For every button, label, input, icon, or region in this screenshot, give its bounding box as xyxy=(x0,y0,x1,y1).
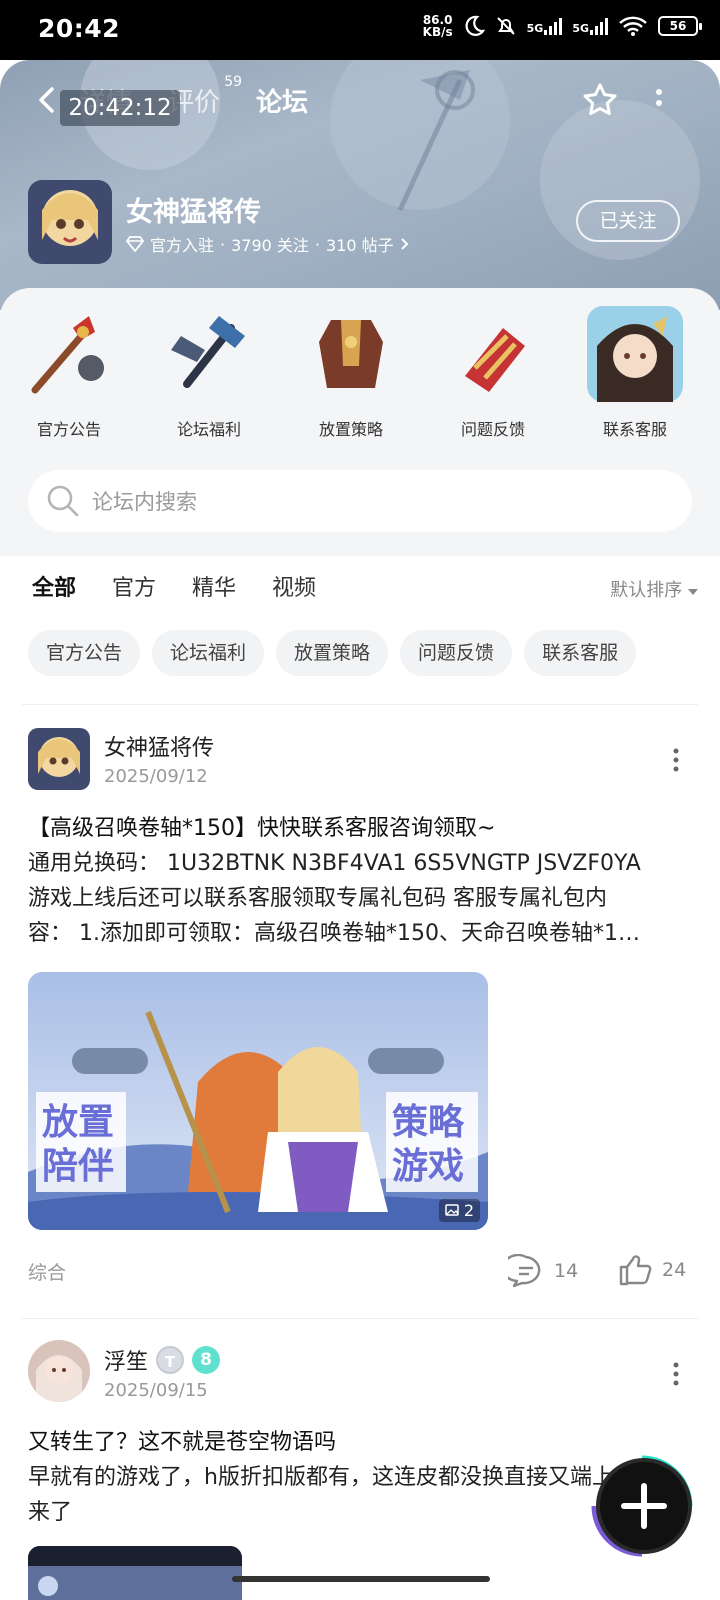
game-meta: 官方入驻 · 3790 关注 · 310 帖子 xyxy=(126,232,410,256)
game-header: 详情 评价59 论坛 20:42:12 女神猛将传 官方入驻 · 3790 关注… xyxy=(0,60,720,310)
moon-icon xyxy=(465,15,485,36)
divider xyxy=(22,704,698,705)
post-avatar[interactable] xyxy=(28,728,90,790)
comment-button[interactable]: 14 xyxy=(508,1254,578,1288)
image-text-left2: 陪伴 xyxy=(42,1146,114,1187)
category-official-notice[interactable]: 官方公告 xyxy=(14,306,124,440)
net-speed: 86.0 KB/s xyxy=(422,13,453,39)
game-avatar[interactable] xyxy=(28,180,112,264)
category-feedback[interactable]: 问题反馈 xyxy=(438,306,548,440)
chip-idle-strategy[interactable]: 放置策略 xyxy=(276,630,389,676)
more-vertical-icon[interactable] xyxy=(672,748,680,772)
battery-icon: 56 xyxy=(658,16,702,36)
image-text-right1: 策略 xyxy=(392,1102,465,1143)
tab-all[interactable]: 全部 xyxy=(32,570,76,608)
like-button[interactable]: 24 xyxy=(618,1254,686,1286)
filter-tabs: 全部 官方 精华 视频 xyxy=(32,570,316,608)
post-title: 【高级召唤卷轴*150】快快联系客服咨询领取~ xyxy=(28,816,496,841)
level-badge: 8 xyxy=(192,1346,221,1374)
caret-down-icon xyxy=(688,589,698,595)
post-image[interactable]: 放置 陪伴 策略 游戏 2 xyxy=(28,972,488,1230)
game-info: 女神猛将传 官方入驻 · 3790 关注 · 310 帖子 已关注 xyxy=(28,180,692,264)
thumbs-up-icon xyxy=(619,1255,652,1286)
time-overlay: 20:42:12 xyxy=(60,90,180,126)
create-post-button[interactable] xyxy=(596,1458,692,1554)
post-author-row: 浮笙 T 8 xyxy=(104,1344,221,1376)
status-bar: 20:42 86.0 KB/s 5G 5G 56 xyxy=(0,0,720,60)
search-icon xyxy=(47,485,79,517)
status-time: 20:42 xyxy=(38,14,121,43)
post-body: 通用兑换码： 1U32BTNK N3BF4VA1 6S5VNGTP JSVZF0… xyxy=(28,851,641,946)
more-vertical-icon[interactable] xyxy=(654,88,664,118)
chip-customer-service[interactable]: 联系客服 xyxy=(524,630,637,676)
post-tag[interactable]: 综合 xyxy=(28,1258,66,1285)
image-text-right2: 游戏 xyxy=(392,1146,464,1187)
post-author[interactable]: 女神猛将传 xyxy=(104,730,214,762)
category-panel: 官方公告 论坛福利 放置策略 问题反馈 联系客服 论坛内搜索 xyxy=(0,288,720,556)
tab-forum[interactable]: 论坛 xyxy=(256,82,309,123)
image-icon xyxy=(444,1204,459,1216)
post-date: 2025/09/15 xyxy=(104,1380,208,1401)
top-nav: 详情 评价59 论坛 20:42:12 xyxy=(0,60,720,140)
game-title: 女神猛将传 xyxy=(126,197,261,228)
post-author[interactable]: 浮笙 xyxy=(104,1344,148,1376)
plus-icon xyxy=(621,1483,667,1529)
character-portrait-icon xyxy=(587,306,683,402)
badge-t-icon: T xyxy=(156,1346,185,1374)
signal-1: 5G xyxy=(527,17,563,35)
category-customer-service[interactable]: 联系客服 xyxy=(580,306,690,440)
back-icon[interactable] xyxy=(34,86,62,114)
tab-featured[interactable]: 精华 xyxy=(192,570,236,602)
warhammer-icon xyxy=(171,316,245,388)
tab-official[interactable]: 官方 xyxy=(112,570,156,602)
diamond-icon xyxy=(126,236,144,252)
category-chips: 官方公告 论坛福利 放置策略 问题反馈 联系客服 xyxy=(28,630,637,676)
home-indicator[interactable] xyxy=(232,1576,490,1582)
comment-icon xyxy=(508,1254,541,1288)
tab-video[interactable]: 视频 xyxy=(272,570,316,602)
image-text-left1: 放置 xyxy=(42,1102,114,1143)
post-image-thumbnail[interactable] xyxy=(28,1546,242,1600)
post-avatar[interactable] xyxy=(28,1340,90,1402)
category-forum-benefits[interactable]: 论坛福利 xyxy=(154,306,264,440)
search-input[interactable]: 论坛内搜索 xyxy=(28,470,692,532)
star-icon[interactable] xyxy=(582,82,618,118)
mute-bell-icon xyxy=(496,17,515,35)
armor-icon xyxy=(319,320,383,388)
chip-forum-benefits[interactable]: 论坛福利 xyxy=(152,630,265,676)
search-placeholder: 论坛内搜索 xyxy=(92,490,197,514)
post-date: 2025/09/12 xyxy=(104,766,208,787)
category-idle-strategy[interactable]: 放置策略 xyxy=(296,306,406,440)
mace-icon xyxy=(31,316,104,394)
chevron-right-icon xyxy=(400,238,409,250)
chip-official-notice[interactable]: 官方公告 xyxy=(28,630,141,676)
wifi-icon xyxy=(619,16,647,36)
divider xyxy=(22,1318,698,1319)
chip-feedback[interactable]: 问题反馈 xyxy=(400,630,513,676)
reviews-count: 59 xyxy=(224,74,243,90)
sort-dropdown[interactable]: 默认排序 xyxy=(610,576,698,602)
signal-2: 5G xyxy=(572,17,608,35)
more-vertical-icon[interactable] xyxy=(672,1362,680,1386)
follow-button[interactable]: 已关注 xyxy=(576,200,680,242)
gauntlet-icon xyxy=(465,328,525,392)
image-count: 2 xyxy=(438,1199,480,1222)
